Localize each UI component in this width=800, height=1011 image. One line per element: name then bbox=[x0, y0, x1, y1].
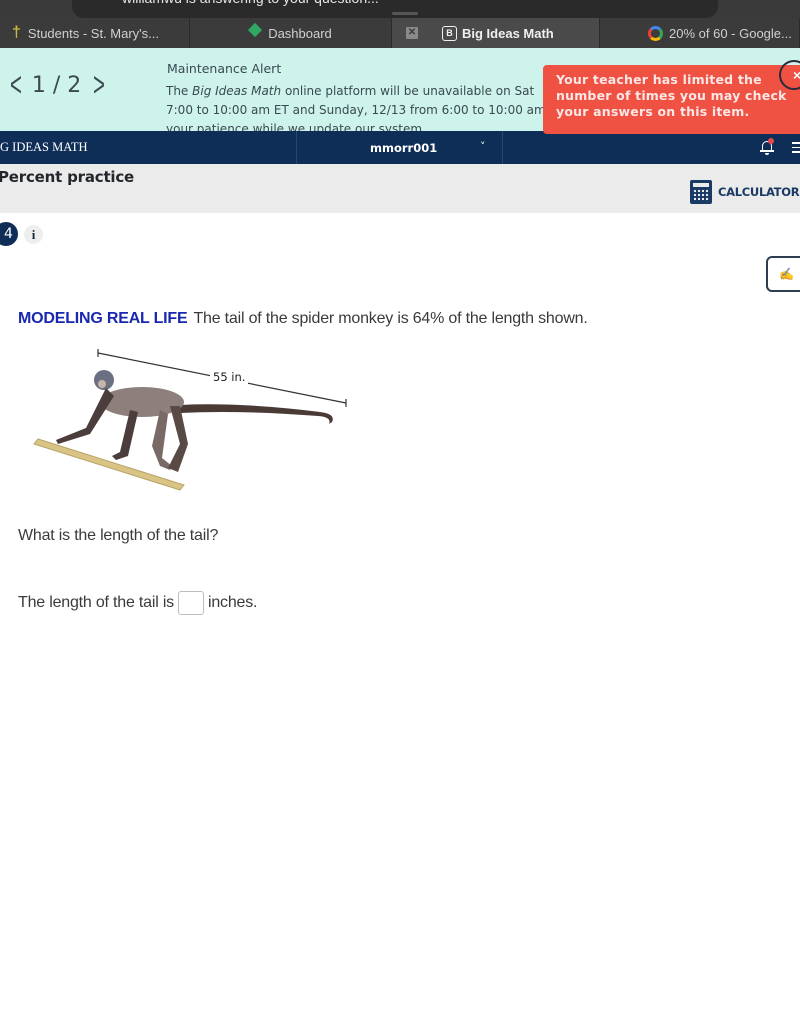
chevron-down-icon: ˅ bbox=[480, 140, 486, 153]
notification-dot bbox=[768, 138, 774, 144]
calculator-icon bbox=[690, 180, 712, 204]
chevron-left-icon[interactable]: < bbox=[10, 68, 22, 102]
pager-count: 1 / 2 bbox=[31, 72, 82, 98]
notification-bell-icon[interactable] bbox=[760, 138, 774, 155]
alert-line: your patience while we update our system… bbox=[166, 122, 426, 131]
answer-prefix: The length of the tail is bbox=[18, 594, 174, 611]
toast-message: Your teacher has limited the number of t… bbox=[556, 72, 787, 119]
google-logo-icon bbox=[648, 25, 663, 41]
question-prompt: MODELING REAL LIFE The tail of the spider… bbox=[18, 310, 588, 328]
teacher-limit-toast: Your teacher has limited the number of t… bbox=[543, 65, 800, 134]
b-badge-icon: B bbox=[442, 25, 457, 41]
spider-monkey-figure: 55 in. bbox=[20, 340, 360, 500]
tab-dashboard[interactable]: Dashboard bbox=[190, 18, 392, 48]
browser-tab-bar: † Students - St. Mary's... Dashboard ✕ B… bbox=[0, 18, 800, 48]
alert-brand: Big Ideas Math bbox=[192, 84, 282, 98]
alert-line: 7:00 to 10:00 am ET and Sunday, 12/13 fr… bbox=[166, 103, 546, 117]
brand-logo[interactable]: G IDEAS MATH bbox=[0, 131, 297, 164]
modeling-tag: MODELING REAL LIFE bbox=[18, 310, 188, 327]
audio-off-icon: ✍ bbox=[779, 267, 794, 281]
calculators-label: CALCULATORS bbox=[718, 185, 800, 199]
question-number-badge: 4 bbox=[0, 222, 18, 246]
question-ask: What is the length of the tail? bbox=[18, 527, 219, 544]
prompt-text: The tail of the spider monkey is 64% of … bbox=[193, 310, 588, 327]
monkey-hind-leg bbox=[152, 410, 172, 470]
monkey-front-leg bbox=[112, 410, 138, 460]
monkey-front-arm bbox=[56, 388, 114, 444]
chevron-right-icon[interactable]: > bbox=[93, 68, 105, 102]
alert-text: The bbox=[166, 84, 193, 98]
tab-label: Dashboard bbox=[268, 25, 332, 41]
calculators-button[interactable]: CALCULATORS bbox=[690, 180, 800, 204]
monkey-body bbox=[100, 387, 184, 417]
banner-pager: < 1 / 2 > bbox=[6, 68, 109, 102]
alert-text: online platform will be unavailable on S… bbox=[281, 84, 535, 98]
tab-label: Big Ideas Math bbox=[462, 25, 554, 41]
notification-grabber[interactable] bbox=[392, 12, 418, 15]
hamburger-menu-icon[interactable] bbox=[792, 142, 800, 156]
monkey-tail bbox=[180, 404, 333, 424]
assignment-header: Percent practice CALCULATORS bbox=[0, 164, 800, 213]
dimension-label: 55 in. bbox=[210, 370, 249, 384]
tail-length-input[interactable] bbox=[178, 591, 204, 615]
tab-google[interactable]: 20% of 60 - Google... bbox=[600, 18, 800, 48]
school-logo-icon: † bbox=[12, 24, 21, 41]
dashboard-logo-icon bbox=[249, 25, 261, 41]
monkey-illustration bbox=[33, 349, 347, 491]
app-header: G IDEAS MATH mmorr001 ˅ bbox=[0, 131, 800, 164]
tab-students[interactable]: † Students - St. Mary's... bbox=[0, 18, 190, 48]
username: mmorr001 bbox=[370, 141, 438, 155]
close-tab-icon[interactable]: ✕ bbox=[406, 27, 418, 39]
tab-label: Students - St. Mary's... bbox=[27, 25, 159, 41]
alert-title: Maintenance Alert bbox=[167, 61, 282, 76]
tab-label: 20% of 60 - Google... bbox=[669, 25, 792, 41]
info-icon[interactable]: i bbox=[24, 225, 43, 244]
alert-body: The Big Ideas Math online platform will … bbox=[166, 82, 586, 131]
text-to-speech-button[interactable]: ✍ bbox=[766, 256, 800, 292]
notification-banner[interactable]: williamwu is answering to your question.… bbox=[72, 0, 718, 18]
answer-sentence: The length of the tail is inches. bbox=[18, 591, 257, 615]
assignment-title: Percent practice bbox=[0, 168, 135, 186]
tab-big-ideas-math[interactable]: ✕ B Big Ideas Math bbox=[392, 18, 600, 48]
monkey-hind-leg-2 bbox=[168, 406, 188, 472]
user-menu[interactable]: mmorr001 ˅ bbox=[298, 131, 503, 164]
answer-suffix: inches. bbox=[208, 594, 258, 611]
notification-text: williamwu is answering to your question.… bbox=[122, 0, 379, 6]
